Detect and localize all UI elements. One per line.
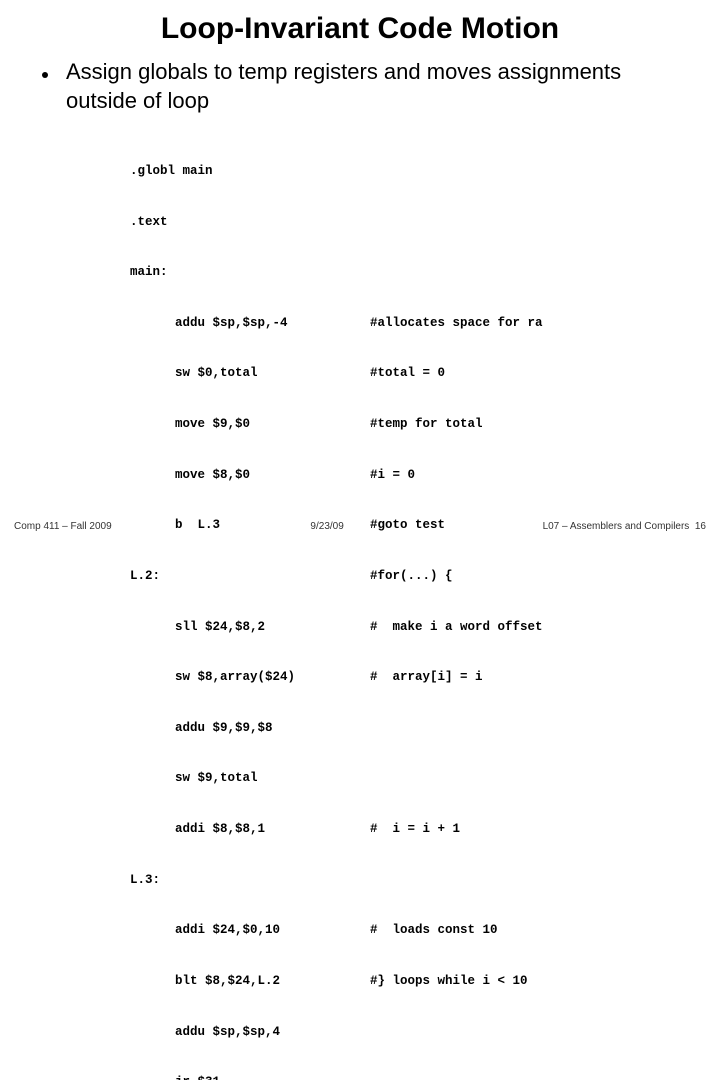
footer-left: Comp 411 – Fall 2009 bbox=[14, 521, 112, 532]
code-comment: #} loops while i < 10 bbox=[370, 973, 528, 990]
code-left: L.3: bbox=[130, 872, 370, 889]
code-comment: #i = 0 bbox=[370, 467, 415, 484]
code-left: move $9,$0 bbox=[130, 416, 370, 433]
code-comment: # array[i] = i bbox=[370, 669, 483, 686]
code-comment: # loads const 10 bbox=[370, 922, 498, 939]
code-left: addu $sp,$sp,4 bbox=[130, 1024, 370, 1041]
slide-title: Loop-Invariant Code Motion bbox=[0, 0, 720, 58]
code-left: .globl main bbox=[130, 163, 370, 180]
code-left: move $8,$0 bbox=[130, 467, 370, 484]
code-left: sw $0,total bbox=[130, 365, 370, 382]
code-left: addi $8,$8,1 bbox=[130, 821, 370, 838]
code-left: blt $8,$24,L.2 bbox=[130, 973, 370, 990]
code-left: L.2: bbox=[130, 568, 370, 585]
footer-center: 9/23/09 bbox=[112, 521, 543, 532]
code-left: sw $9,total bbox=[130, 770, 370, 787]
code-comment: # i = i + 1 bbox=[370, 821, 460, 838]
code-left: sll $24,$8,2 bbox=[130, 619, 370, 636]
code-left: sw $8,array($24) bbox=[130, 669, 370, 686]
footer-right: L07 – Assemblers and Compilers 16 bbox=[543, 521, 706, 532]
code-left: addu $sp,$sp,-4 bbox=[130, 315, 370, 332]
bullet-dot-icon bbox=[42, 72, 48, 78]
code-comment: #total = 0 bbox=[370, 365, 445, 382]
code-left: main: bbox=[130, 264, 370, 281]
code-comment: # make i a word offset bbox=[370, 619, 543, 636]
code-comment: #temp for total bbox=[370, 416, 483, 433]
footer-page-number: 16 bbox=[695, 521, 706, 532]
code-left: .text bbox=[130, 214, 370, 231]
code-left: addu $9,$9,$8 bbox=[130, 720, 370, 737]
code-left: jr $31 bbox=[130, 1074, 370, 1080]
footer: Comp 411 – Fall 2009 9/23/09 L07 – Assem… bbox=[0, 521, 720, 532]
bullet-row: Assign globals to temp registers and mov… bbox=[0, 58, 720, 115]
bullet-text: Assign globals to temp registers and mov… bbox=[66, 58, 680, 115]
footer-right-label: L07 – Assemblers and Compilers bbox=[543, 521, 690, 532]
code-comment: #for(...) { bbox=[370, 568, 453, 585]
code-left: addi $24,$0,10 bbox=[130, 922, 370, 939]
code-comment: #allocates space for ra bbox=[370, 315, 543, 332]
code-block: .globl main .text main: addu $sp,$sp,-4#… bbox=[0, 115, 720, 1080]
